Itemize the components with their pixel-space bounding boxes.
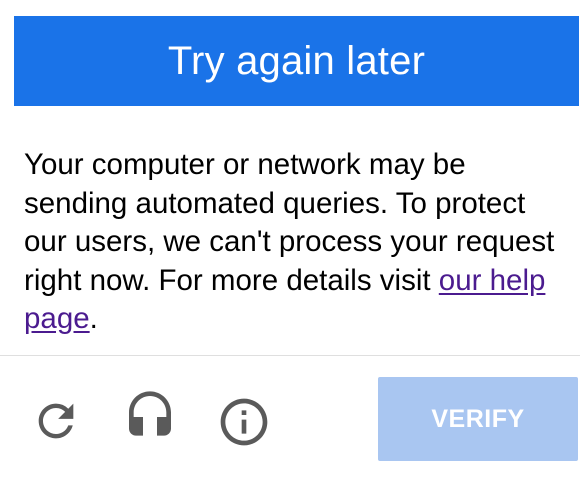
reload-icon: [38, 403, 74, 439]
reload-button[interactable]: [28, 393, 84, 449]
error-message: Your computer or network may be sending …: [24, 146, 564, 339]
dialog-title: Try again later: [167, 38, 426, 83]
footer-divider: [0, 355, 580, 356]
dialog-header: Try again later: [14, 16, 579, 106]
captcha-dialog: Try again later Your computer or network…: [0, 0, 580, 478]
info-button[interactable]: [216, 394, 272, 450]
headphones-icon: [129, 391, 171, 436]
message-end: .: [89, 302, 98, 335]
audio-challenge-button[interactable]: [122, 389, 178, 445]
info-icon: [220, 398, 268, 446]
verify-button[interactable]: VERIFY: [378, 377, 578, 461]
